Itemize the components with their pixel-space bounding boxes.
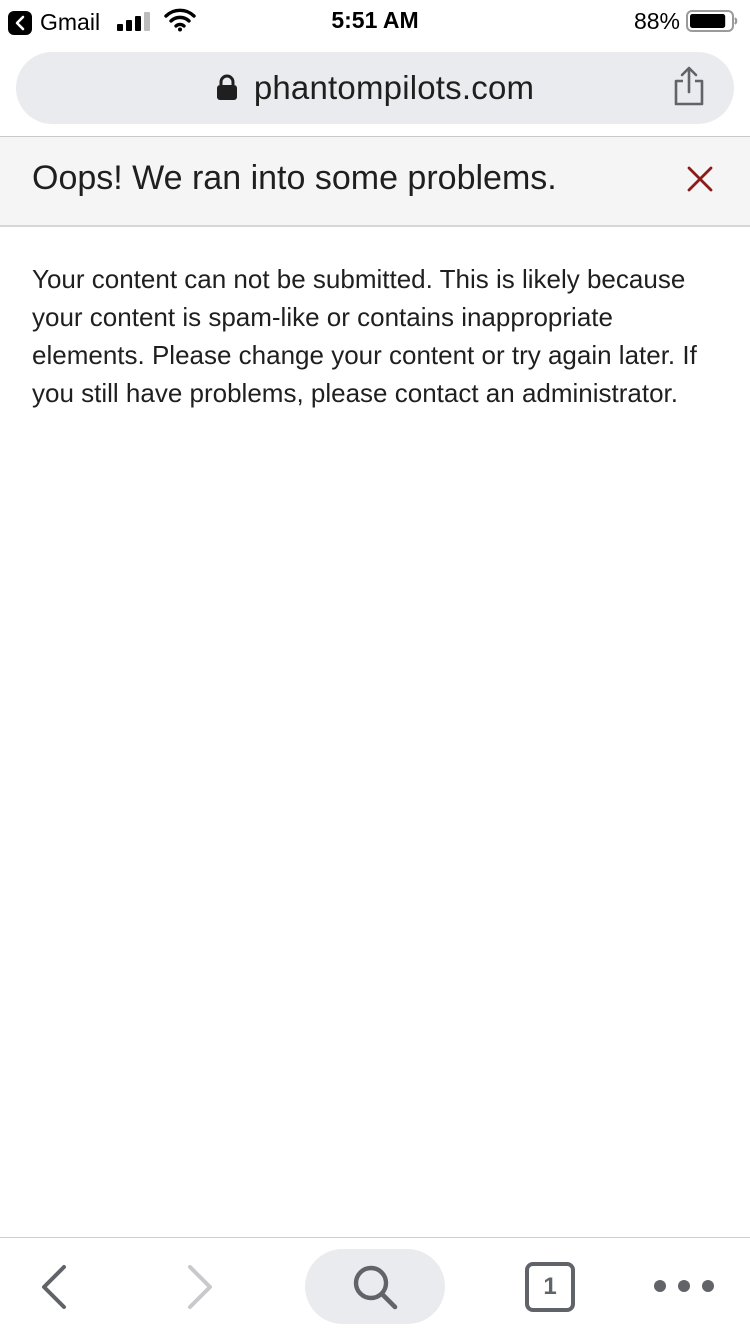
- error-message: Your content can not be submitted. This …: [32, 264, 697, 408]
- tabs-button[interactable]: 1: [525, 1262, 575, 1312]
- address-display[interactable]: phantompilots.com: [16, 52, 734, 124]
- more-dot-icon: [654, 1280, 666, 1292]
- status-bar: Gmail 5:51 AM 88%: [0, 0, 750, 42]
- lock-icon: [216, 74, 237, 100]
- forward-icon[interactable]: [186, 1264, 216, 1310]
- more-dot-icon: [702, 1280, 714, 1292]
- close-icon[interactable]: [686, 165, 714, 193]
- error-title: Oops! We ran into some problems.: [32, 159, 557, 197]
- back-icon[interactable]: [38, 1264, 68, 1310]
- error-header: Oops! We ran into some problems.: [0, 137, 750, 227]
- search-icon: [353, 1265, 398, 1309]
- battery-icon: [686, 10, 738, 32]
- more-options-button[interactable]: [654, 1278, 714, 1294]
- address-bar[interactable]: phantompilots.com: [16, 52, 734, 124]
- url-text: phantompilots.com: [253, 69, 535, 106]
- more-dot-icon: [678, 1280, 690, 1292]
- search-button[interactable]: [305, 1249, 445, 1324]
- battery-percentage: 88%: [633, 8, 680, 34]
- share-icon[interactable]: [672, 66, 706, 106]
- bottom-toolbar: 1: [0, 1237, 750, 1334]
